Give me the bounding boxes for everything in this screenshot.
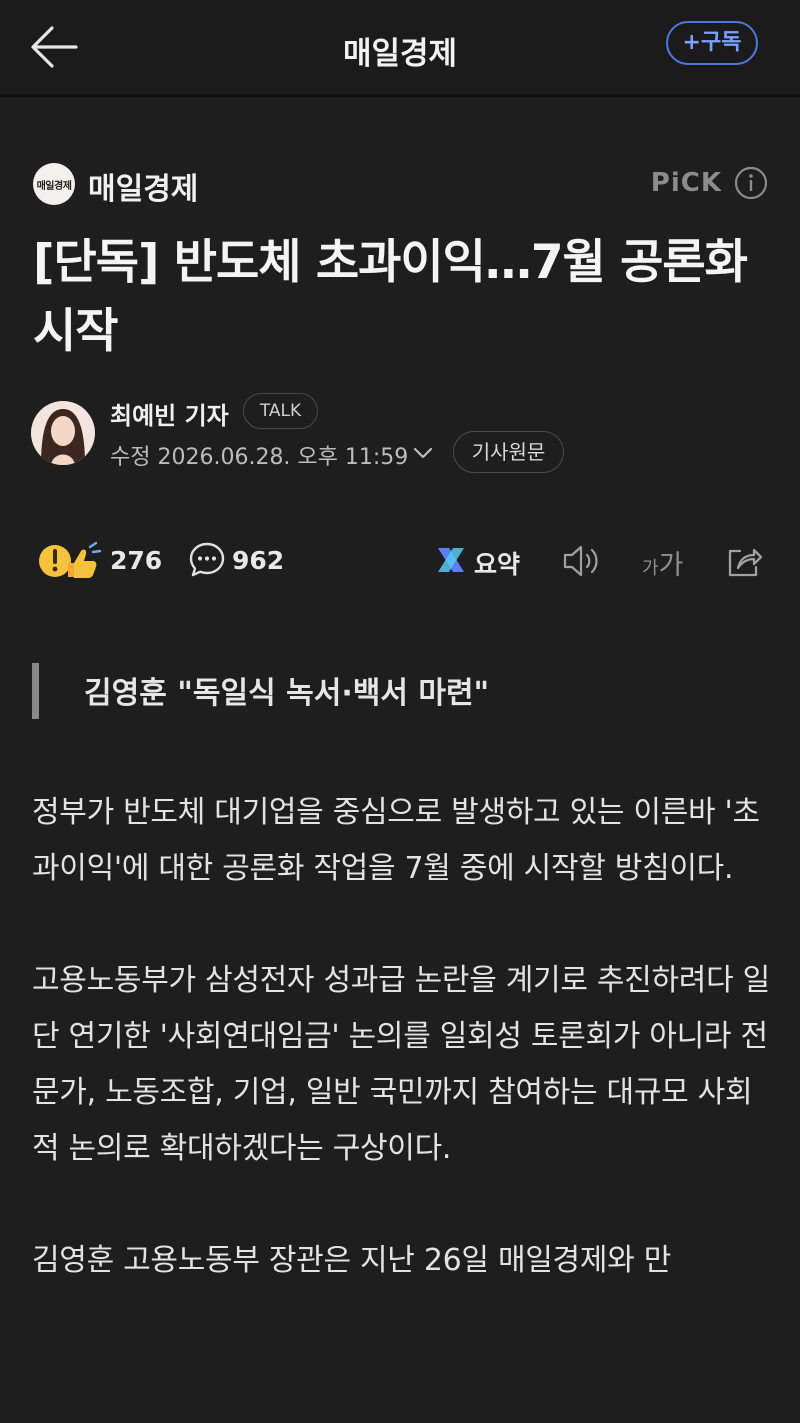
top-bar: 매일경제 +구독 xyxy=(0,0,800,97)
subscribe-button[interactable]: +구독 xyxy=(666,21,758,65)
pick-badge: PiCK xyxy=(650,168,722,198)
article-subheading: 김영훈 "독일식 녹서·백서 마련" xyxy=(84,676,490,711)
article-headline: [단독] 반도체 초과이익…7월 공론화 시작 xyxy=(33,235,748,359)
ai-summary-icon[interactable] xyxy=(435,544,467,576)
publisher-name[interactable]: 매일경제 xyxy=(88,164,198,208)
font-size-button[interactable]: 가가 xyxy=(642,543,683,582)
comment-icon[interactable] xyxy=(188,541,226,579)
chevron-down-icon[interactable] xyxy=(412,444,434,462)
article-paragraph: 고용노동부가 삼성전자 성과급 논란을 계기로 추진하려다 일단 연기한 '사회… xyxy=(32,963,770,1166)
original-article-button[interactable]: 기사원문 xyxy=(453,431,564,473)
publisher-logo[interactable]: 매일경제 xyxy=(33,163,75,205)
avatar-image xyxy=(31,401,95,465)
font-size-small-label: 가 xyxy=(642,558,659,579)
article-body: 정부가 반도체 대기업을 중심으로 발생하고 있는 이른바 '초과이익'에 대한… xyxy=(32,785,772,1345)
reaction-count[interactable]: 276 xyxy=(110,546,162,575)
font-size-large-label: 가 xyxy=(658,550,684,581)
article-timestamp: 수정 2026.06.28. 오후 11:59 xyxy=(110,445,409,470)
share-icon[interactable] xyxy=(724,541,764,581)
comment-count[interactable]: 962 xyxy=(232,546,284,575)
reporter-avatar[interactable] xyxy=(31,401,95,465)
info-icon[interactable] xyxy=(734,166,768,200)
summary-button[interactable]: 요약 xyxy=(474,545,520,581)
publisher-row: 매일경제 매일경제 PiCK xyxy=(33,162,768,208)
reporter-name[interactable]: 최예빈 기자 xyxy=(110,396,229,431)
action-bar: 276 962 요약 가가 xyxy=(0,530,800,590)
article-paragraph: 정부가 반도체 대기업을 중심으로 발생하고 있는 이른바 '초과이익'에 대한… xyxy=(32,795,760,886)
speaker-icon[interactable] xyxy=(561,543,601,579)
reaction-emoji-icon[interactable] xyxy=(38,541,102,581)
subheading-bar xyxy=(32,663,39,719)
article-paragraph: 김영훈 고용노동부 장관은 지난 26일 매일경제와 만 xyxy=(32,1243,671,1278)
talk-button[interactable]: TALK xyxy=(243,393,318,429)
